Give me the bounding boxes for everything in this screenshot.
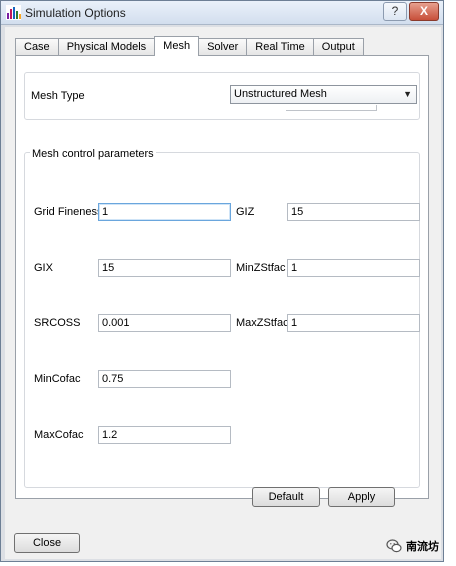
tab-real-time[interactable]: Real Time (246, 38, 314, 56)
chevron-down-icon: ▼ (403, 89, 412, 99)
srcoss-label: SRCOSS (34, 317, 81, 329)
simulation-options-window: Simulation Options ? X Case Physical Mod… (0, 0, 444, 562)
watermark: 南流坊 (386, 536, 439, 556)
mesh-type-label: Mesh Type (31, 90, 85, 102)
mesh-type-group: Mesh Type Unstructured Mesh ▼ (24, 72, 420, 120)
close-button[interactable]: Close (14, 533, 80, 553)
app-chart-icon (6, 5, 21, 20)
srcoss-input[interactable]: 0.001 (98, 314, 231, 332)
close-window-button[interactable]: X (409, 2, 439, 21)
watermark-text: 南流坊 (406, 541, 439, 553)
mincofac-input[interactable]: 0.75 (98, 370, 231, 388)
tab-solver[interactable]: Solver (198, 38, 248, 56)
window-title: Simulation Options (25, 6, 126, 20)
help-button[interactable]: ? (383, 2, 407, 21)
mesh-type-select[interactable]: Unstructured Mesh ▼ (230, 85, 417, 111)
maxcofac-input[interactable]: 1.2 (98, 426, 231, 444)
minzstfac-label: MinZStfac (236, 262, 286, 274)
wechat-icon (386, 539, 402, 553)
grid-fineness-label: Grid Fineness (34, 206, 103, 218)
maxzstfac-label: MaxZStfac (236, 317, 289, 329)
tab-mesh[interactable]: Mesh (154, 36, 200, 56)
apply-button[interactable]: Apply (328, 487, 395, 507)
giz-label: GIZ (236, 206, 255, 218)
dialog-body: Case Physical Models Mesh Solver Real Ti… (5, 27, 441, 559)
gix-input[interactable]: 15 (98, 259, 231, 277)
giz-input[interactable]: 15 (287, 203, 420, 221)
mesh-control-title: Mesh control parameters (30, 148, 156, 160)
mesh-type-value: Unstructured Mesh (234, 88, 327, 100)
mincofac-label: MinCofac (34, 373, 81, 385)
mesh-tab-panel: Mesh Type Unstructured Mesh ▼ Mesh contr… (15, 55, 429, 499)
default-button[interactable]: Default (252, 487, 320, 507)
maxzstfac-input[interactable]: 1 (287, 314, 420, 332)
tab-physical-models[interactable]: Physical Models (57, 38, 156, 56)
tab-output[interactable]: Output (312, 38, 364, 56)
minzstfac-input[interactable]: 1 (287, 259, 420, 277)
maxcofac-label: MaxCofac (34, 429, 84, 441)
tab-case[interactable]: Case (15, 38, 59, 56)
dropdown-shadow (286, 105, 377, 111)
tab-bar: Case Physical Models Mesh Solver Real Ti… (15, 36, 364, 56)
title-bar: Simulation Options ? X (1, 1, 443, 25)
grid-fineness-input[interactable]: 1 (98, 203, 231, 221)
gix-label: GIX (34, 262, 53, 274)
